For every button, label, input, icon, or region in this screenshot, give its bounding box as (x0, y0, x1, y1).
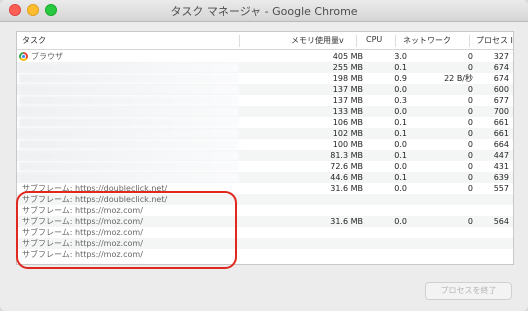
redacted-task-name (19, 74, 239, 83)
column-header-memory[interactable]: メモリ使用量v (291, 35, 344, 46)
highlight-annotation (16, 191, 237, 269)
pid-value: 677 (493, 96, 509, 105)
memory-value: 72.6 MB (330, 162, 363, 171)
cpu-value: 0.0 (394, 85, 407, 94)
network-value: 0 (467, 118, 473, 127)
memory-value: 137 MB (332, 96, 363, 105)
memory-value: 137 MB (332, 85, 363, 94)
table-row[interactable]: 81.3 MB 0.1 0 447 (17, 150, 513, 161)
column-divider (395, 35, 396, 47)
memory-value: 31.6 MB (330, 217, 363, 226)
network-value: 0 (467, 107, 473, 116)
pid-value: 674 (493, 74, 509, 83)
table-row[interactable]: 102 MB 0.1 0 661 (17, 128, 513, 139)
cpu-value: 0.1 (394, 129, 407, 138)
memory-value: 198 MB (332, 74, 363, 83)
redacted-task-name (19, 118, 239, 127)
pid-value: 564 (493, 217, 509, 226)
cpu-value: 0.1 (394, 118, 407, 127)
memory-value: 31.6 MB (330, 184, 363, 193)
pid-value: 431 (493, 162, 509, 171)
chrome-icon (19, 52, 28, 61)
column-divider (469, 35, 470, 47)
table-row[interactable]: 72.6 MB 0.0 0 431 (17, 161, 513, 172)
table-row[interactable]: 137 MB 0.3 0 677 (17, 95, 513, 106)
pid-value: 674 (493, 63, 509, 72)
redacted-task-name (19, 85, 239, 94)
network-value: 0 (467, 151, 473, 160)
cpu-value: 0.0 (394, 107, 407, 116)
memory-value: 44.6 MB (330, 173, 363, 182)
window-title: タスク マネージャ - Google Chrome (170, 5, 358, 18)
table-row[interactable]: 137 MB 0.0 0 600 (17, 84, 513, 95)
redacted-task-name (19, 129, 239, 138)
column-header-task[interactable]: タスク (22, 35, 46, 46)
table-row[interactable]: 106 MB 0.1 0 661 (17, 117, 513, 128)
task-manager-window: タスク マネージャ - Google Chrome タスク メモリ使用量v CP… (0, 0, 528, 311)
memory-value: 405 MB (332, 52, 363, 61)
pid-value: 700 (493, 107, 509, 116)
network-value: 0 (467, 129, 473, 138)
memory-value: 106 MB (332, 118, 363, 127)
pid-value: 447 (493, 151, 509, 160)
memory-value: 133 MB (332, 107, 363, 116)
pid-value: 327 (493, 52, 509, 61)
memory-value: 100 MB (332, 140, 363, 149)
memory-value: 81.3 MB (330, 151, 363, 160)
network-value: 0 (467, 217, 473, 226)
table-row[interactable]: 255 MB 0.1 0 674 (17, 62, 513, 73)
redacted-task-name (19, 162, 239, 171)
table-header: タスク メモリ使用量v CPU ネットワーク プロセス ID (17, 32, 513, 50)
table-row[interactable]: 44.6 MB 0.1 0 639 (17, 172, 513, 183)
cpu-value: 0.0 (394, 162, 407, 171)
title-bar: タスク マネージャ - Google Chrome (0, 0, 528, 22)
redacted-task-name (19, 140, 239, 149)
pid-value: 600 (493, 85, 509, 94)
memory-value: 255 MB (332, 63, 363, 72)
network-value: 22 B/秒 (444, 74, 473, 83)
column-header-memory-label: メモリ使用量 (291, 36, 339, 45)
cpu-value: 0.0 (394, 184, 407, 193)
column-header-pid[interactable]: プロセス ID (476, 35, 513, 46)
cpu-value: 0.1 (394, 173, 407, 182)
pid-value: 664 (493, 140, 509, 149)
memory-value: 102 MB (332, 129, 363, 138)
network-value: 0 (467, 52, 473, 61)
cpu-value: 0.0 (394, 217, 407, 226)
redacted-task-name (19, 63, 239, 72)
network-value: 0 (467, 173, 473, 182)
redacted-task-name (19, 107, 239, 116)
column-header-cpu[interactable]: CPU (366, 35, 382, 44)
sort-descending-icon: v (339, 36, 344, 45)
cpu-value: 0.1 (394, 151, 407, 160)
table-row[interactable]: ブラウザ 405 MB 3.0 0 327 (17, 51, 513, 62)
column-header-network[interactable]: ネットワーク (403, 35, 451, 46)
pid-value: 661 (493, 118, 509, 127)
end-process-button[interactable]: プロセスを終了 (425, 282, 512, 300)
cpu-value: 0.1 (394, 63, 407, 72)
cpu-value: 0.3 (394, 96, 407, 105)
table-row[interactable]: 100 MB 0.0 0 664 (17, 139, 513, 150)
redacted-task-name (19, 96, 239, 105)
redacted-task-name (19, 173, 239, 182)
redacted-task-name (19, 151, 239, 160)
cpu-value: 0.9 (394, 74, 407, 83)
table-row[interactable]: 133 MB 0.0 0 700 (17, 106, 513, 117)
pid-value: 639 (493, 173, 509, 182)
network-value: 0 (467, 184, 473, 193)
cpu-value: 3.0 (394, 52, 407, 61)
table-row[interactable]: 198 MB 0.9 22 B/秒 674 (17, 73, 513, 84)
task-name: ブラウザ (31, 52, 63, 61)
network-value: 0 (467, 162, 473, 171)
network-value: 0 (467, 63, 473, 72)
pid-value: 661 (493, 129, 509, 138)
network-value: 0 (467, 85, 473, 94)
cpu-value: 0.0 (394, 140, 407, 149)
column-divider (356, 35, 357, 47)
column-divider (239, 35, 240, 47)
network-value: 0 (467, 140, 473, 149)
network-value: 0 (467, 96, 473, 105)
pid-value: 557 (493, 184, 509, 193)
